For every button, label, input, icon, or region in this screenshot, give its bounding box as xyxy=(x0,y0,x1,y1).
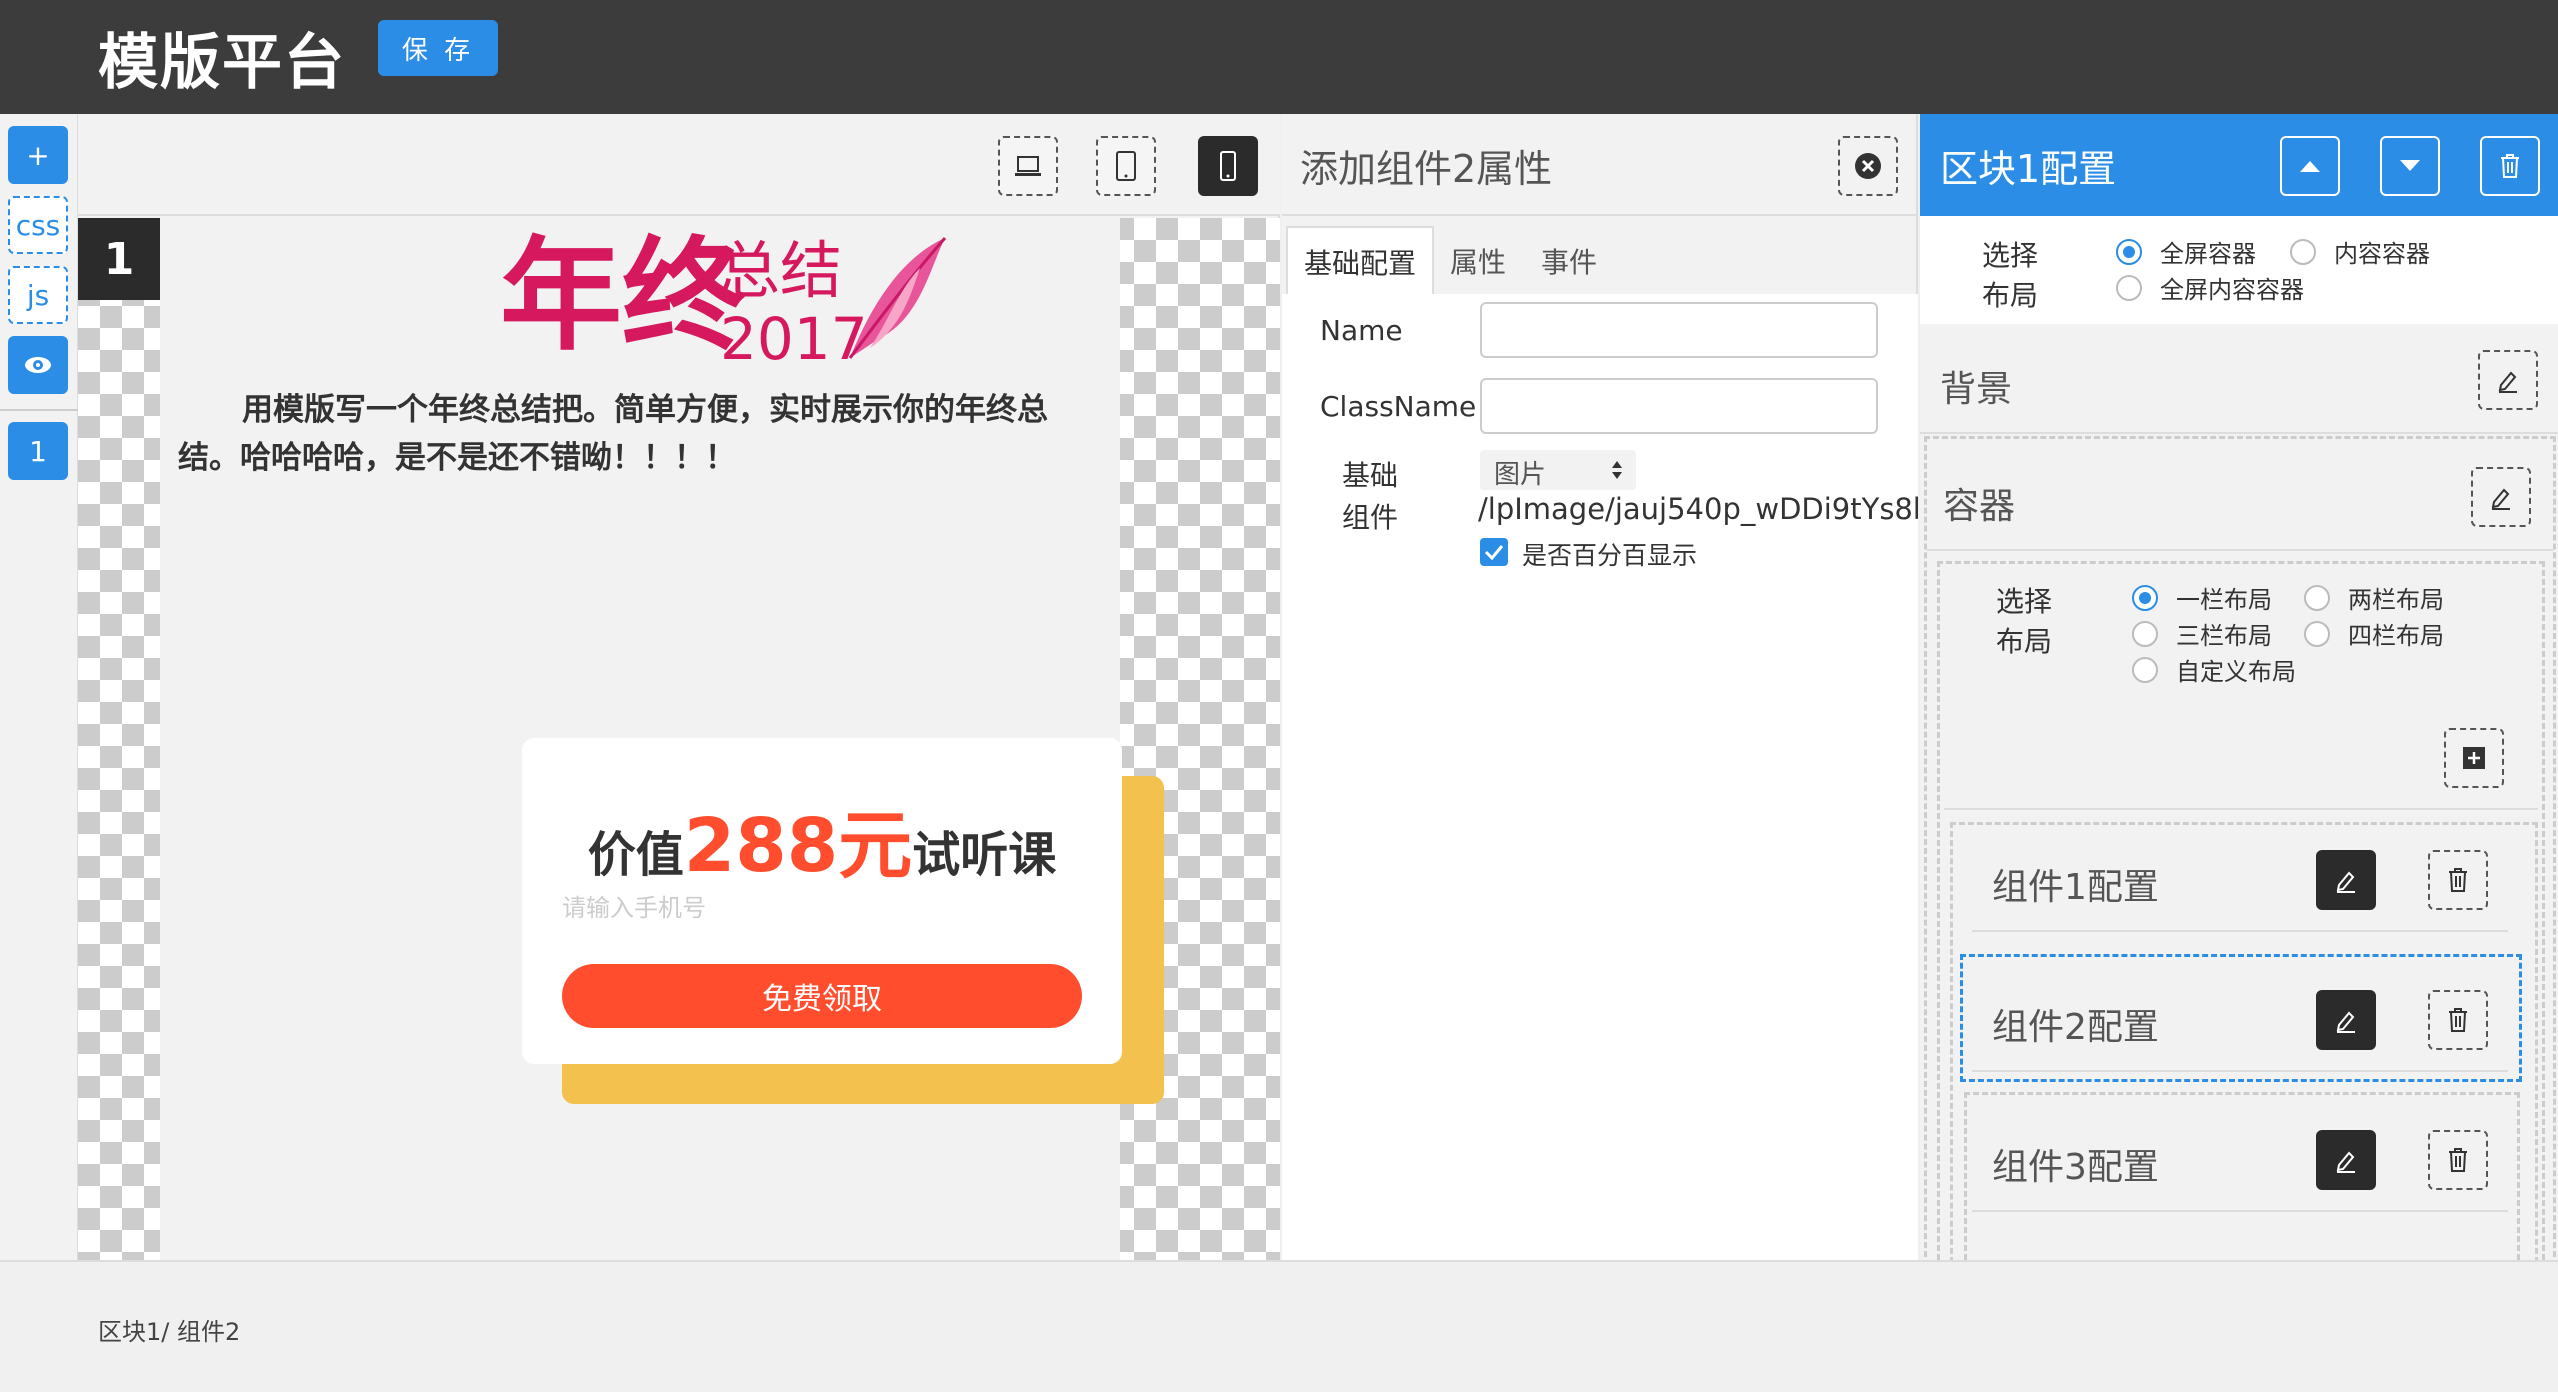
property-form: Name ClassName 基础 组件 图片 /lpImage/jauj540… xyxy=(1282,294,1918,1260)
trash-icon xyxy=(2449,1008,2467,1032)
mobile-page: 年终 总结 2017 用模版写一个年终总结把。简单方便，实时展示你的年终总结。哈… xyxy=(160,218,1164,1260)
tablet-icon xyxy=(1116,151,1136,181)
left-toolbar: + css js 1 xyxy=(0,114,78,1260)
component-2-label: 组件2配置 xyxy=(1992,1007,2159,1048)
component-3-row[interactable]: 组件3配置 xyxy=(1972,1108,2508,1212)
feather-icon xyxy=(848,237,947,359)
eye-icon xyxy=(25,357,51,373)
claim-button[interactable]: 免费领取 xyxy=(562,964,1082,1028)
component-type-value: 图片 xyxy=(1494,460,1547,490)
base-label-line1: 基础 xyxy=(1342,459,1399,492)
app-title: 模版平台 xyxy=(98,28,346,98)
image-path[interactable]: /lpImage/jauj540p_wDDi9tYs8bx xyxy=(1478,492,1918,526)
property-header: 添加组件2属性 xyxy=(1282,114,1918,216)
component-3-label: 组件3配置 xyxy=(1992,1147,2159,1188)
divider xyxy=(0,409,78,411)
add-block-button[interactable]: + xyxy=(8,126,68,184)
block-number-badge: 1 xyxy=(78,218,160,300)
delete-component-2-button[interactable] xyxy=(2428,990,2488,1050)
pencil-icon xyxy=(2336,1011,2355,1033)
pencil-icon xyxy=(2336,871,2355,893)
percent-checkbox[interactable] xyxy=(1480,538,1508,566)
base-label-line2: 组件 xyxy=(1342,501,1399,534)
tab-basic-config[interactable]: 基础配置 xyxy=(1286,226,1434,296)
delete-component-1-button[interactable] xyxy=(2428,850,2488,910)
edit-component-3-button[interactable] xyxy=(2316,1130,2376,1190)
desktop-view-button[interactable] xyxy=(998,136,1058,196)
trash-icon xyxy=(2449,868,2467,892)
component-1-label: 组件1配置 xyxy=(1992,867,2159,908)
component-rows: 组件1配置 组件2配置 组件3配置 xyxy=(1920,114,2558,1260)
mobile-icon xyxy=(1220,151,1236,181)
preview-button[interactable] xyxy=(8,336,68,394)
name-label: Name xyxy=(1320,314,1403,347)
component-2-row[interactable]: 组件2配置 xyxy=(1972,968,2508,1072)
preview-pane: 年终 总结 2017 用模版写一个年终总结把。简单方便，实时展示你的年终总结。哈… xyxy=(78,114,1280,1260)
save-button[interactable]: 保 存 xyxy=(378,20,498,76)
component-1-row[interactable]: 组件1配置 xyxy=(1972,828,2508,932)
block-config-panel: 区块1配置 选择 布局 全屏容器 内容容器 全屏内容容器 背景 容器 选择 布局… xyxy=(1920,114,2558,1260)
trash-icon xyxy=(2449,1148,2467,1172)
mobile-view-button[interactable] xyxy=(1198,136,1258,196)
preview-canvas: 年终 总结 2017 用模版写一个年终总结把。简单方便，实时展示你的年终总结。哈… xyxy=(78,218,1280,1260)
select-arrows-icon xyxy=(1612,461,1622,479)
js-button[interactable]: js xyxy=(8,266,68,324)
intro-text: 用模版写一个年终总结把。简单方便，实时展示你的年终总结。哈哈哈哈，是不是还不错呦… xyxy=(178,392,1048,476)
tablet-view-button[interactable] xyxy=(1096,136,1156,196)
laptop-icon xyxy=(1015,156,1041,176)
promo-card: 价值288元试听课 请输入手机号 免费领取 xyxy=(522,738,1122,1064)
css-button[interactable]: css xyxy=(8,196,68,254)
close-icon xyxy=(1855,153,1881,179)
pencil-icon xyxy=(2336,1151,2355,1173)
property-title: 添加组件2属性 xyxy=(1300,147,1553,191)
tab-events[interactable]: 事件 xyxy=(1522,226,1616,296)
check-icon xyxy=(1484,545,1504,561)
classname-label: ClassName xyxy=(1320,390,1477,423)
card-price: 288元 xyxy=(683,803,913,889)
status-footer: 区块1/ 组件2 xyxy=(0,1260,2558,1392)
property-panel: 添加组件2属性 基础配置 属性 事件 Name ClassName 基础 组件 … xyxy=(1282,114,1918,1260)
block-1-button[interactable]: 1 xyxy=(8,422,68,480)
edit-component-1-button[interactable] xyxy=(2316,850,2376,910)
percent-label: 是否百分百显示 xyxy=(1522,541,1698,570)
year-title-main: 年终 xyxy=(500,223,744,367)
year-title-sub: 总结 xyxy=(718,234,843,307)
close-button[interactable] xyxy=(1838,136,1898,196)
name-input[interactable] xyxy=(1480,302,1878,358)
component-type-select[interactable]: 图片 xyxy=(1480,450,1636,490)
classname-input[interactable] xyxy=(1480,378,1878,434)
phone-input[interactable]: 请输入手机号 xyxy=(562,888,706,923)
delete-component-3-button[interactable] xyxy=(2428,1130,2488,1190)
tab-attributes[interactable]: 属性 xyxy=(1434,226,1522,296)
breadcrumb: 区块1/ 组件2 xyxy=(98,1318,241,1346)
card-prefix: 价值 xyxy=(587,827,684,883)
top-bar: 模版平台 保 存 xyxy=(0,0,2558,114)
edit-component-2-button[interactable] xyxy=(2316,990,2376,1050)
device-toolbar xyxy=(78,114,1280,216)
card-headline: 价值288元试听课 xyxy=(522,786,1122,893)
card-suffix: 试听课 xyxy=(912,827,1057,883)
